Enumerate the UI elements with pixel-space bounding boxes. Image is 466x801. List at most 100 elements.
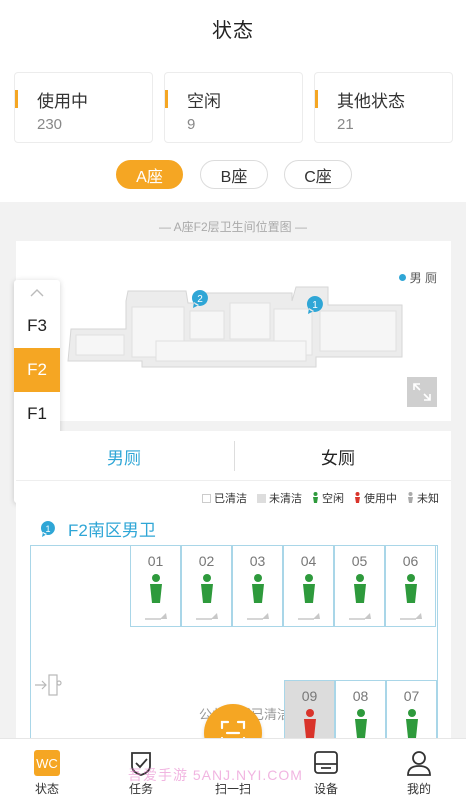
stall-number: 02 [198,553,215,569]
person-icon [355,709,367,738]
stall-cell[interactable]: 02 [181,545,232,627]
location-pin-icon: 1 [40,520,55,537]
tab-label: 设备 [313,782,338,796]
tab-womens-room[interactable]: 女厕 [238,431,438,481]
person-unknown-icon [408,492,413,503]
map-pin-icon[interactable]: 1 [306,295,324,315]
entrance-door-icon [33,672,63,703]
legend-text: 未清洁 [269,493,302,505]
map-legend: 男 厕 [398,269,437,286]
cleaning-indicator-icon [298,613,320,620]
device-icon [314,751,338,774]
person-icon [354,574,366,603]
stall-number: 06 [402,553,419,569]
header-bar: 状态 [0,0,466,56]
stall-cell[interactable]: 03 [232,545,283,627]
stat-card-in-use[interactable]: 使用中 230 [14,72,153,143]
cleaning-indicator-icon [349,613,371,620]
map-marker-label: 2 [197,294,203,305]
not-cleaned-swatch [257,493,266,503]
cleaning-indicator-icon [400,613,422,620]
stall-number: 04 [300,553,317,569]
tab-divider [234,441,235,471]
person-free-icon [313,492,318,503]
stall-number: 07 [403,688,420,704]
stat-label: 其他状态 [337,92,405,111]
legend-text: 已清洁 [214,493,247,505]
stat-value: 9 [187,116,196,133]
gender-tabs: 男厕 女厕 [16,431,451,481]
legend-dot [398,274,406,281]
legend-text: 使用中 [364,493,397,505]
building-tab-c[interactable]: C座 [284,160,352,189]
cleaning-indicator-icon [196,613,218,620]
person-icon [405,574,417,603]
expand-map-button[interactable] [407,377,437,407]
floor-plan-drawing [67,286,403,368]
stat-card-free[interactable]: 空闲 9 [164,72,303,143]
floor-item-f2[interactable]: F2 [14,348,60,392]
section-title-text: F2南区男卫 [68,521,156,540]
building-tab-b[interactable]: B座 [200,160,268,189]
map-marker-label: 1 [312,300,318,311]
legend-label: 男 厕 [409,271,437,285]
expand-icon [413,383,431,401]
stall-cell[interactable]: 01 [130,545,181,627]
chevron-up-icon[interactable] [14,282,60,304]
accent-bar [165,90,168,108]
section-title: 1 F2南区男卫 [40,516,156,541]
legend-cleaned: 已清洁 [202,490,247,506]
stat-value: 21 [337,116,354,133]
legend-in-use: 使用中 [354,490,397,506]
stat-label: 使用中 [37,92,88,111]
cleaned-swatch [202,493,211,503]
stat-label: 空闲 [187,92,221,111]
stats-panel: 使用中 230 空闲 9 其他状态 21 A座 B座 C座 [0,56,466,202]
user-icon [407,751,431,776]
stat-value: 230 [37,116,63,133]
person-icon [201,574,213,603]
cleaning-indicator-icon [247,613,269,620]
legend-not-cleaned: 未清洁 [257,490,302,506]
building-tab-a[interactable]: A座 [116,160,183,189]
status-legend: 已清洁 未清洁 空闲 使用中 未知 [192,490,439,506]
legend-free: 空闲 [312,490,344,506]
floor-item-f1[interactable]: F1 [14,392,60,436]
person-icon [304,709,316,738]
tab-mens-room[interactable]: 男厕 [24,431,224,481]
floor-map[interactable]: 2 1 男 厕 [16,241,451,421]
stall-number: 08 [352,688,369,704]
wc-icon: WC [34,750,60,776]
map-pin-icon[interactable]: 2 [191,289,209,309]
person-icon [406,709,418,738]
stat-card-other[interactable]: 其他状态 21 [314,72,453,143]
watermark-text: 吾爱手游 5ANJ.NYI.COM [128,767,303,783]
person-in-use-icon [355,492,360,503]
person-icon [150,574,162,603]
map-caption: — A座F2层卫生间位置图 — [158,220,307,234]
tab-status[interactable]: WC 状态 [12,739,82,801]
floor-item-f3[interactable]: F3 [14,304,60,348]
tab-profile[interactable]: 我的 [384,739,454,801]
tab-label: 状态 [34,782,59,796]
legend-text: 空闲 [322,493,344,505]
accent-bar [15,90,18,108]
legend-unknown: 未知 [407,490,439,506]
person-icon [303,574,315,603]
stall-number: 01 [147,553,164,569]
stall-cell[interactable]: 09 [284,680,335,738]
tab-label: 我的 [406,782,431,796]
stall-number: 09 [301,688,318,704]
stall-number: 03 [249,553,266,569]
accent-bar [315,90,318,108]
stall-cell[interactable]: 06 [385,545,436,627]
stall-number: 05 [351,553,368,569]
cleaning-indicator-icon [145,613,167,620]
stall-cell[interactable]: 05 [334,545,385,627]
person-icon [252,574,264,603]
stall-cell[interactable]: 04 [283,545,334,627]
page-title: 状态 [212,19,254,42]
stall-cell[interactable]: 07 [386,680,437,738]
legend-text: 未知 [417,493,439,505]
stall-cell[interactable]: 08 [335,680,386,738]
